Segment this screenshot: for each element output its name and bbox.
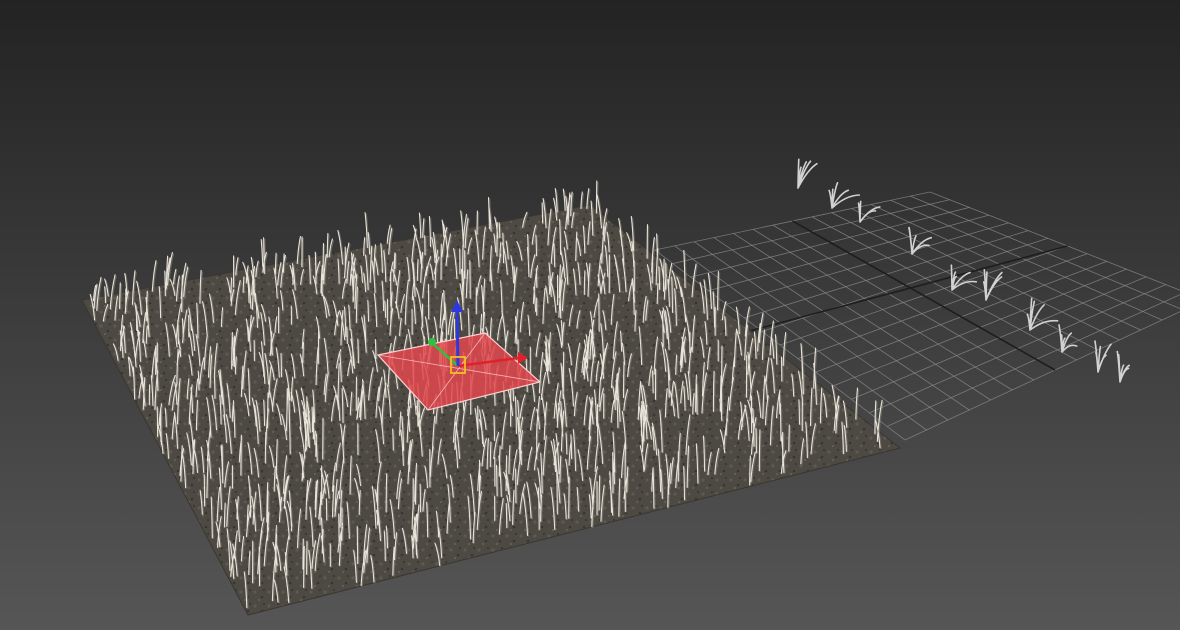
gizmo-y-handle[interactable] — [428, 338, 436, 346]
perspective-viewport[interactable] — [0, 0, 1180, 630]
viewport-scene[interactable] — [0, 0, 1180, 630]
